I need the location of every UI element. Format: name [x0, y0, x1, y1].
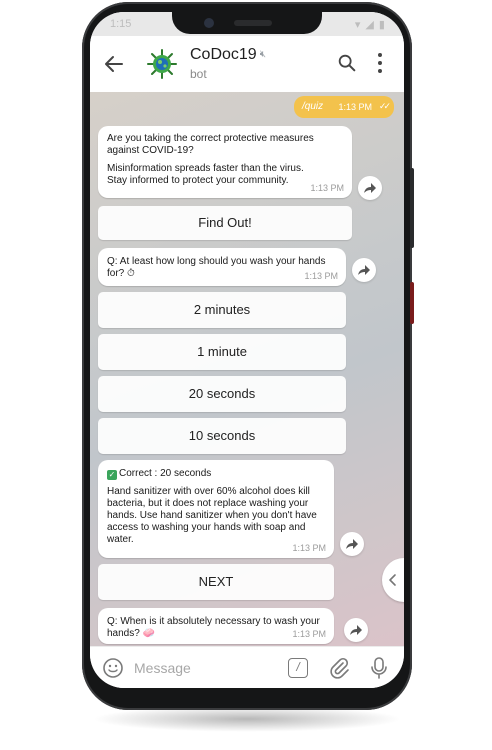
checkmark-icon: ✓	[107, 470, 117, 480]
chat-title[interactable]: CoDoc19 🔇︎	[190, 46, 266, 64]
answer-explanation-bubble[interactable]: ✓ Correct : 20 seconds Hand sanitizer wit…	[98, 460, 334, 558]
bot-avatar[interactable]	[146, 48, 178, 80]
microphone-icon[interactable]	[368, 656, 390, 680]
answer-button-1-minute[interactable]: 1 minute	[98, 334, 346, 370]
message-input[interactable]	[134, 657, 284, 679]
answer-button-10-seconds[interactable]: 10 seconds	[98, 418, 346, 454]
forward-icon	[358, 265, 370, 275]
outgoing-time: 1:13 PM	[338, 102, 372, 112]
message-line: Q: When is it absolutely necessary to wa…	[107, 616, 320, 627]
message-line: Q: At least how long should you wash you…	[107, 256, 326, 267]
power-button	[410, 168, 414, 248]
emoji-icon[interactable]	[102, 657, 124, 679]
status-time: 1:15	[110, 18, 132, 30]
message-time: 1:13 PM	[310, 183, 344, 193]
outgoing-text: /quiz	[302, 101, 324, 112]
message-time: 1:13 PM	[292, 543, 326, 553]
message-line: against COVID-19?	[107, 145, 194, 156]
correct-answer-text: Correct : 20 seconds	[119, 468, 212, 479]
volume-button	[410, 282, 414, 324]
message-line: bacteria, but it does not replace washin…	[107, 498, 309, 509]
message-line: hands. Use hand sanitizer when you don't…	[107, 510, 317, 521]
message-composer: /	[90, 646, 404, 688]
forward-icon	[364, 183, 376, 193]
next-button[interactable]: NEXT	[98, 564, 334, 600]
front-camera	[204, 18, 214, 28]
chevron-left-icon	[389, 574, 396, 586]
more-options-icon[interactable]	[376, 50, 384, 76]
status-icons: ▾ ◢ ▮	[354, 19, 386, 31]
message-bubble[interactable]: Are you taking the correct protective me…	[98, 126, 352, 198]
message-line: for? ⏱	[107, 268, 135, 279]
attach-icon[interactable]	[328, 657, 350, 679]
earpiece	[234, 20, 272, 26]
forward-icon	[346, 539, 358, 549]
question-bubble[interactable]: Q: When is it absolutely necessary to wa…	[98, 608, 334, 644]
search-icon[interactable]	[336, 52, 358, 74]
scroll-handle[interactable]	[382, 558, 404, 602]
forward-button[interactable]	[344, 618, 368, 642]
answer-button-20-seconds[interactable]: 20 seconds	[98, 376, 346, 412]
chat-title-text: CoDoc19	[190, 46, 257, 63]
bot-commands-button[interactable]: /	[288, 658, 308, 678]
outgoing-message[interactable]: /quiz 1:13 PM ✓✓	[294, 96, 394, 118]
message-line: Hand sanitizer with over 60% alcohol doe…	[107, 486, 310, 497]
forward-button[interactable]	[340, 532, 364, 556]
answer-button-2-minutes[interactable]: 2 minutes	[98, 292, 346, 328]
chat-subtitle: bot	[190, 67, 207, 81]
message-time: 1:13 PM	[304, 271, 338, 281]
find-out-button[interactable]: Find Out!	[98, 206, 352, 240]
message-time: 1:13 PM	[292, 629, 326, 639]
notch	[172, 12, 322, 34]
message-line: Misinformation spreads faster than the v…	[107, 163, 304, 174]
message-line: Are you taking the correct protective me…	[107, 133, 314, 144]
message-line: access to washing your hands with soap a…	[107, 522, 306, 533]
back-arrow-icon[interactable]	[102, 52, 126, 76]
message-line: ✓ Correct : 20 seconds	[107, 468, 325, 480]
forward-icon	[350, 625, 362, 635]
muted-icon: 🔇︎	[259, 49, 267, 61]
message-line: Stay informed to protect your community.	[107, 175, 289, 186]
forward-button[interactable]	[352, 258, 376, 282]
question-bubble[interactable]: Q: At least how long should you wash you…	[98, 248, 346, 286]
forward-button[interactable]	[358, 176, 382, 200]
read-ticks-icon: ✓✓	[378, 101, 391, 111]
chat-header: CoDoc19 🔇︎ bot	[90, 36, 404, 93]
phone-screen: 1:15 ▾ ◢ ▮ CoDoc19 🔇︎ bot /quiz 1:13 PM …	[90, 12, 404, 688]
chat-area[interactable]: /quiz 1:13 PM ✓✓ Are you taking the corr…	[90, 92, 404, 646]
